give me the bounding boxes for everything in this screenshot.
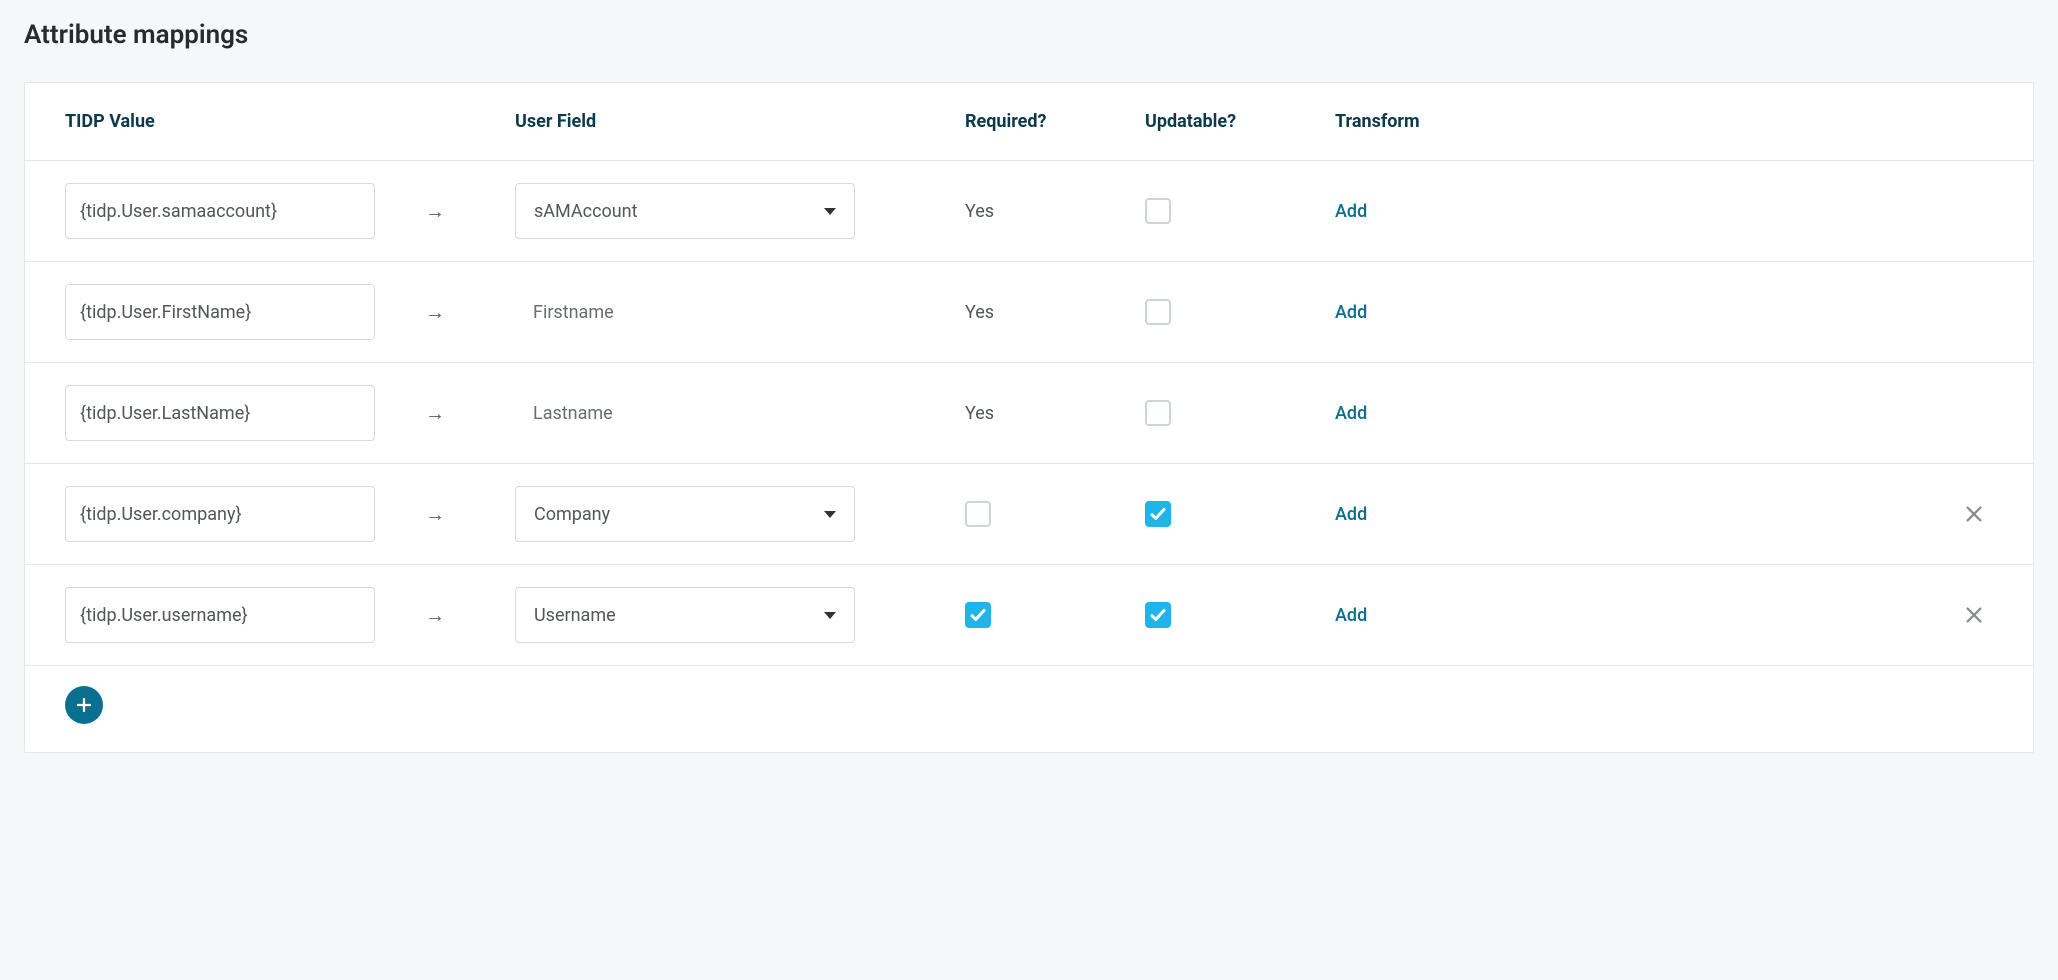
table-row: {tidp.User.FirstName} → FirstnameYes Add <box>25 262 2033 363</box>
user-field-select[interactable]: Company <box>515 486 855 542</box>
arrow-right-icon: → <box>425 300 445 325</box>
required-value: Yes <box>965 403 994 424</box>
add-transform-link[interactable]: Add <box>1335 302 1367 323</box>
add-transform-link[interactable]: Add <box>1335 605 1367 626</box>
required-value: Yes <box>965 302 994 323</box>
user-field-value: Lastname <box>515 403 965 424</box>
user-field-select[interactable]: sAMAccount <box>515 183 855 239</box>
col-header-updatable: Updatable? <box>1145 111 1335 132</box>
user-field-value: Username <box>534 605 616 626</box>
arrow-right-icon: → <box>425 401 445 426</box>
table-row: {tidp.User.samaaccount} → sAMAccount Yes Add <box>25 161 2033 262</box>
tidp-value-input[interactable]: {tidp.User.company} <box>65 486 375 542</box>
updatable-checkbox[interactable] <box>1145 198 1171 224</box>
required-value: Yes <box>965 201 994 222</box>
add-transform-link[interactable]: Add <box>1335 504 1367 525</box>
chevron-down-icon <box>824 208 836 215</box>
updatable-checkbox[interactable] <box>1145 501 1171 527</box>
col-header-transform: Transform <box>1335 111 1515 132</box>
add-transform-link[interactable]: Add <box>1335 403 1367 424</box>
arrow-right-icon: → <box>425 502 445 527</box>
arrow-right-icon: → <box>425 199 445 224</box>
user-field-value: Firstname <box>515 302 965 323</box>
user-field-select[interactable]: Username <box>515 587 855 643</box>
add-mapping-button[interactable] <box>65 686 103 724</box>
table-row: {tidp.User.LastName} → LastnameYes Add <box>25 363 2033 464</box>
user-field-value: Company <box>534 504 610 525</box>
updatable-checkbox[interactable] <box>1145 299 1171 325</box>
delete-row-button[interactable] <box>1963 604 1985 626</box>
tidp-value-input[interactable]: {tidp.User.FirstName} <box>65 284 375 340</box>
col-header-required: Required? <box>965 111 1145 132</box>
chevron-down-icon <box>824 612 836 619</box>
mappings-table: TIDP Value User Field Required? Updatabl… <box>24 82 2034 753</box>
required-checkbox[interactable] <box>965 602 991 628</box>
arrow-right-icon: → <box>425 603 445 628</box>
table-footer-row <box>25 666 2033 752</box>
table-row: {tidp.User.company} → Company Add <box>25 464 2033 565</box>
table-header-row: TIDP Value User Field Required? Updatabl… <box>25 83 2033 161</box>
table-row: {tidp.User.username} → Username Add <box>25 565 2033 666</box>
tidp-value-input[interactable]: {tidp.User.samaaccount} <box>65 183 375 239</box>
page-title: Attribute mappings <box>24 20 2034 50</box>
user-field-value: sAMAccount <box>534 201 638 222</box>
updatable-checkbox[interactable] <box>1145 400 1171 426</box>
add-transform-link[interactable]: Add <box>1335 201 1367 222</box>
tidp-value-input[interactable]: {tidp.User.LastName} <box>65 385 375 441</box>
col-header-user: User Field <box>515 111 965 132</box>
required-checkbox[interactable] <box>965 501 991 527</box>
delete-row-button[interactable] <box>1963 503 1985 525</box>
updatable-checkbox[interactable] <box>1145 602 1171 628</box>
tidp-value-input[interactable]: {tidp.User.username} <box>65 587 375 643</box>
col-header-tidp: TIDP Value <box>65 111 425 132</box>
chevron-down-icon <box>824 511 836 518</box>
